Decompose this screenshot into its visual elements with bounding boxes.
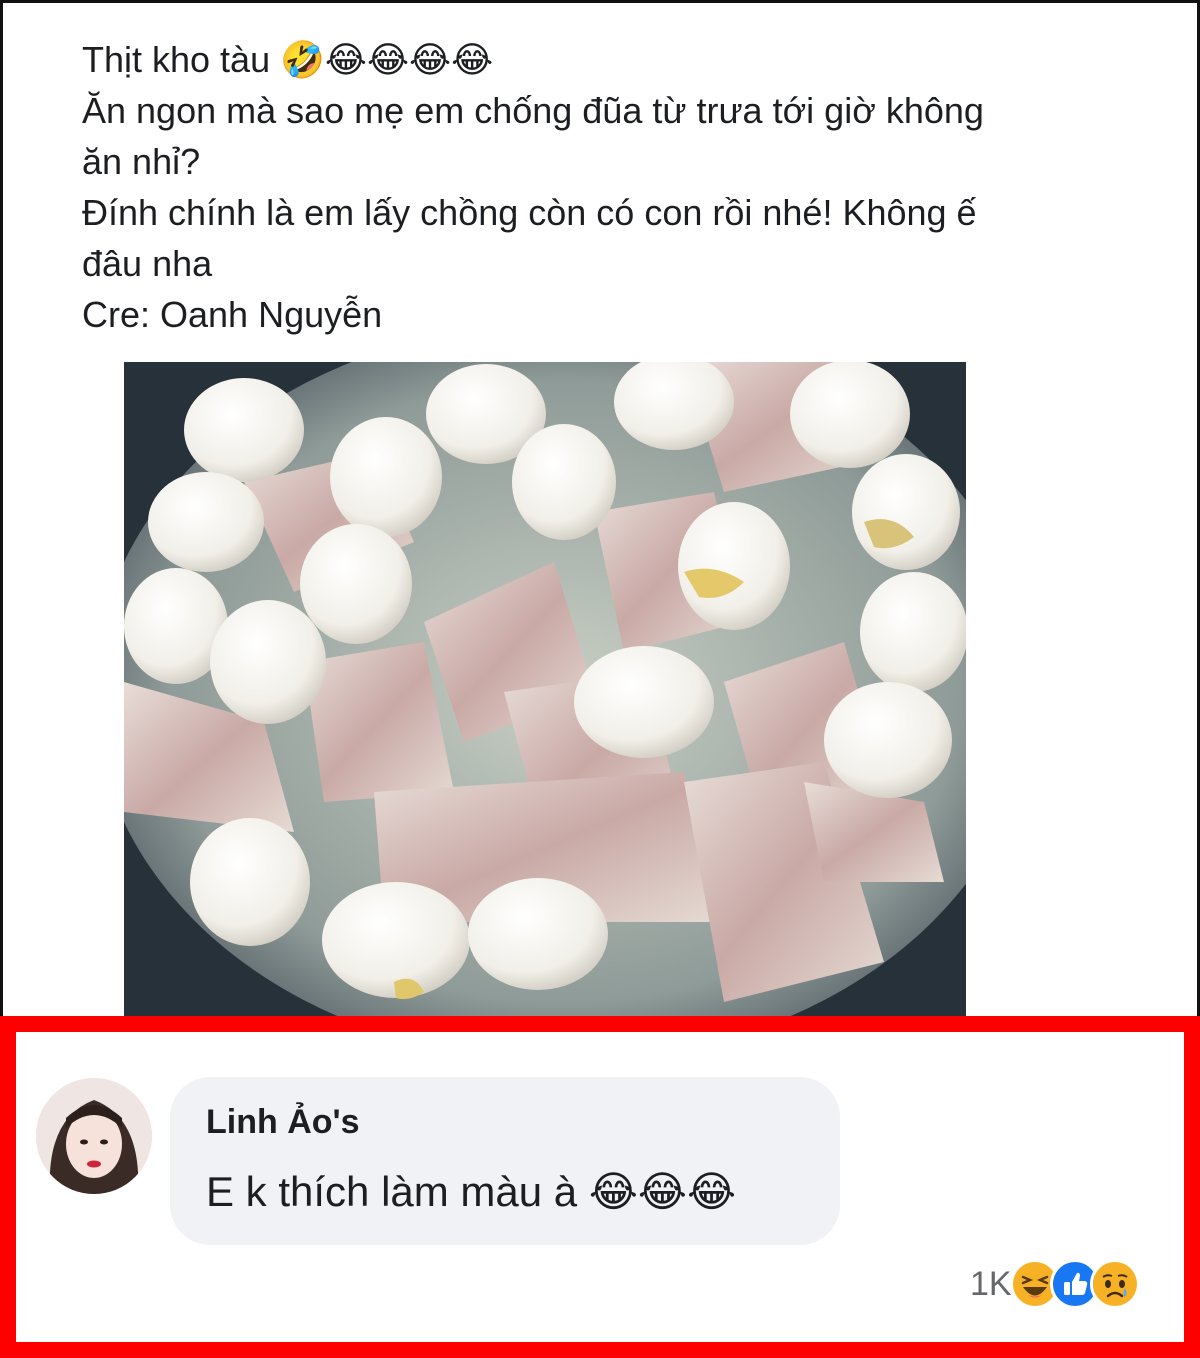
avatar[interactable] [36, 1078, 152, 1194]
post-line: ăn nhỉ? [82, 141, 201, 182]
comment-text: E k thích làm màu à 😂😂😂 [206, 1168, 737, 1215]
comment-bubble[interactable]: Linh Ảo's E k thích làm màu à 😂😂😂 [170, 1077, 840, 1245]
post-body: Thịt kho tàu 🤣😂😂😂😂 Ăn ngon mà sao mẹ em … [82, 34, 1162, 340]
avatar-image [36, 1078, 152, 1194]
sad-icon [1089, 1259, 1140, 1309]
post-line: đâu nha [82, 243, 213, 284]
reaction-count: 1K [970, 1264, 1012, 1303]
post-line: Thịt kho tàu 🤣😂😂😂😂 [82, 39, 494, 80]
post-line: Đính chính là em lấy chồng còn có con rồ… [82, 192, 977, 233]
post-credit: Cre: Oanh Nguyễn [82, 294, 383, 335]
reactions-summary[interactable]: 1K [970, 1258, 1140, 1310]
commenter-name[interactable]: Linh Ảo's [206, 1103, 360, 1142]
food-photo-drawing [124, 362, 966, 1018]
post-photo[interactable] [124, 362, 966, 1018]
post-line: Ăn ngon mà sao mẹ em chống đũa từ trưa t… [82, 90, 984, 131]
